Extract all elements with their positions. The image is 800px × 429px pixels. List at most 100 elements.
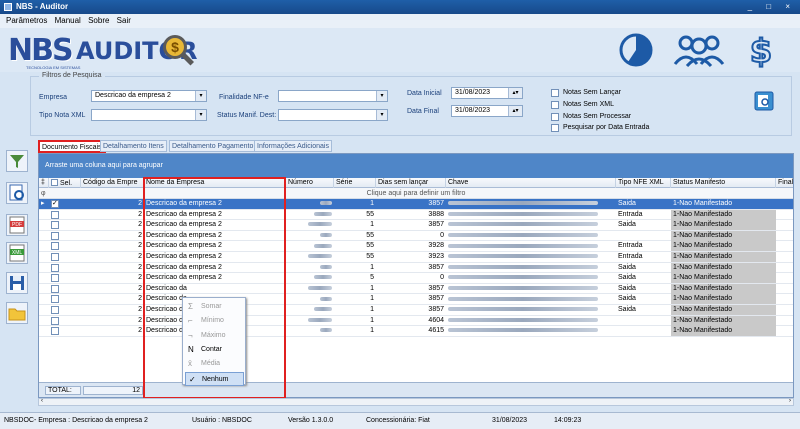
filter-row-icon: φ [41, 190, 46, 197]
cell-codigo: 2 [138, 263, 142, 271]
row-select-cell[interactable] [49, 252, 81, 262]
tipo-nota-select[interactable]: ▾ [91, 109, 207, 121]
tab-detalhamento-pagamento[interactable]: Detalhamento Pagamento [169, 140, 257, 152]
row-indicator [39, 326, 49, 336]
cell-dias-sem-lancar: 3888 [428, 210, 444, 218]
row-select-cell[interactable] [49, 241, 81, 251]
ctx-item-maximo[interactable]: ¬ Máximo [185, 329, 244, 343]
tab-informacoes-adicionais[interactable]: Informações Adicionais [254, 140, 332, 152]
dollar-icon[interactable]: $ [746, 32, 776, 68]
ctx-item-nenhum[interactable]: ✓ Nenhum [185, 371, 244, 386]
row-checkbox[interactable] [51, 253, 59, 261]
col-sel[interactable]: Sel. [49, 178, 81, 188]
users-icon[interactable] [672, 32, 726, 68]
col-final[interactable]: Final [776, 178, 793, 188]
cell-numero-redacted [286, 294, 334, 304]
row-indicator [39, 316, 49, 326]
aggregate-icon: ¬ [188, 330, 193, 340]
row-checkbox[interactable] [51, 316, 59, 325]
cell-serie: 1 [370, 327, 374, 335]
select-all-checkbox[interactable] [51, 179, 58, 186]
scroll-left-icon[interactable]: ‹ [41, 398, 43, 404]
finalidade-select[interactable]: ▾ [278, 90, 388, 102]
col-tipo-nfe-xml[interactable]: Tipo NFE XML [616, 178, 671, 188]
ctx-item-media[interactable]: x̄ Média [185, 357, 244, 371]
row-select-cell[interactable] [49, 273, 81, 283]
row-checkbox[interactable] [51, 231, 59, 240]
chevron-down-icon[interactable]: ▾ [376, 91, 387, 101]
cell-serie: 1 [370, 284, 374, 292]
status-manif-select[interactable]: ▾ [278, 109, 388, 121]
cell-status-manifesto: 1-Nao Manifestado [671, 283, 776, 294]
row-select-cell[interactable] [49, 305, 81, 315]
cell-dias-sem-lancar: 0 [440, 274, 444, 282]
date-spin-icon[interactable]: ▴▾ [508, 88, 522, 98]
row-select-cell[interactable] [49, 284, 81, 294]
notas-sem-xml-checkbox[interactable] [551, 101, 559, 109]
ctx-item-somar[interactable]: Σ Somar [185, 300, 244, 314]
cell-numero-redacted [286, 326, 334, 336]
window-controls[interactable]: _ □ × [748, 0, 796, 14]
col-codigo[interactable]: Código da Empre [81, 178, 144, 188]
filter-funnel-icon[interactable] [6, 150, 28, 172]
tab-detalhamento-itens[interactable]: Detalhamento Itens [100, 140, 167, 152]
row-checkbox[interactable] [51, 210, 59, 219]
col-numero[interactable]: Número [286, 178, 334, 188]
row-select-cell[interactable] [49, 220, 81, 230]
row-select-cell[interactable] [49, 263, 81, 273]
col-status-manifesto[interactable]: Status Manifesto [671, 178, 776, 188]
save-icon[interactable] [6, 272, 28, 294]
cell-tipo-nfe-xml: Saida [618, 274, 636, 282]
data-inicial-input[interactable]: 31/08/2023 ▴▾ [451, 87, 523, 99]
row-checkbox[interactable] [51, 327, 59, 336]
row-select-cell[interactable]: ✓ [49, 199, 81, 209]
notas-sem-processar-checkbox[interactable] [551, 113, 559, 121]
menu-parametros[interactable]: Parâmetros [6, 16, 47, 25]
search-document-icon[interactable] [754, 91, 774, 111]
row-checkbox[interactable] [51, 242, 59, 251]
row-checkbox[interactable] [51, 284, 59, 293]
row-select-cell[interactable] [49, 316, 81, 326]
row-select-cell[interactable] [49, 294, 81, 304]
row-checkbox[interactable] [51, 263, 59, 272]
date-spin-icon[interactable]: ▴▾ [508, 106, 522, 116]
row-checkbox[interactable] [51, 295, 59, 304]
chevron-down-icon[interactable]: ▾ [376, 110, 387, 120]
group-by-area[interactable]: Arraste uma coluna aqui para agrupar [39, 154, 793, 178]
horizontal-scrollbar[interactable]: ‹ › [38, 398, 794, 406]
row-select-cell[interactable] [49, 210, 81, 220]
row-select-cell[interactable] [49, 326, 81, 336]
cell-status-manifesto: 1-Nao Manifestado [671, 315, 776, 326]
row-checkbox[interactable]: ✓ [51, 200, 59, 208]
folder-icon[interactable] [6, 302, 28, 324]
scroll-right-icon[interactable]: › [789, 398, 791, 404]
ctx-item-minimo[interactable]: ⌐ Mínimo [185, 314, 244, 328]
row-checkbox[interactable] [51, 306, 59, 314]
row-select-cell[interactable] [49, 231, 81, 241]
pdf-icon[interactable]: PDF [6, 214, 28, 236]
ctx-item-label: Nenhum [202, 375, 229, 383]
ctx-item-contar[interactable]: N Contar [185, 343, 244, 357]
chevron-down-icon[interactable]: ▾ [195, 91, 206, 101]
row-checkbox[interactable] [51, 274, 59, 283]
menu-sair[interactable]: Sair [117, 16, 131, 25]
chevron-down-icon[interactable]: ▾ [195, 110, 206, 120]
menu-manual[interactable]: Manual [55, 16, 81, 25]
search-icon[interactable] [6, 182, 28, 204]
empresa-select[interactable]: Descricao da empresa 2 ▾ [91, 90, 207, 102]
cell-dias-sem-lancar: 4615 [428, 327, 444, 335]
cell-chave-redacted [446, 326, 616, 336]
xml-icon[interactable]: XML [6, 242, 28, 264]
col-serie[interactable]: Série [334, 178, 376, 188]
tab-documento-fiscais[interactable]: Documento Fiscais [38, 140, 106, 153]
pesquisar-data-entrada-checkbox[interactable] [551, 124, 559, 132]
notas-sem-lancar-checkbox[interactable] [551, 89, 559, 97]
col-chave[interactable]: Chave [446, 178, 616, 188]
col-dias-sem-lancar[interactable]: Dias sem lançar [376, 178, 446, 188]
total-value: 12 [83, 386, 143, 395]
cell-status-manifesto: 1-Nao Manifestado [671, 241, 776, 252]
row-checkbox[interactable] [51, 221, 59, 230]
data-final-input[interactable]: 31/08/2023 ▴▾ [451, 105, 523, 117]
pie-chart-icon[interactable] [614, 32, 658, 68]
menu-sobre[interactable]: Sobre [88, 16, 109, 25]
